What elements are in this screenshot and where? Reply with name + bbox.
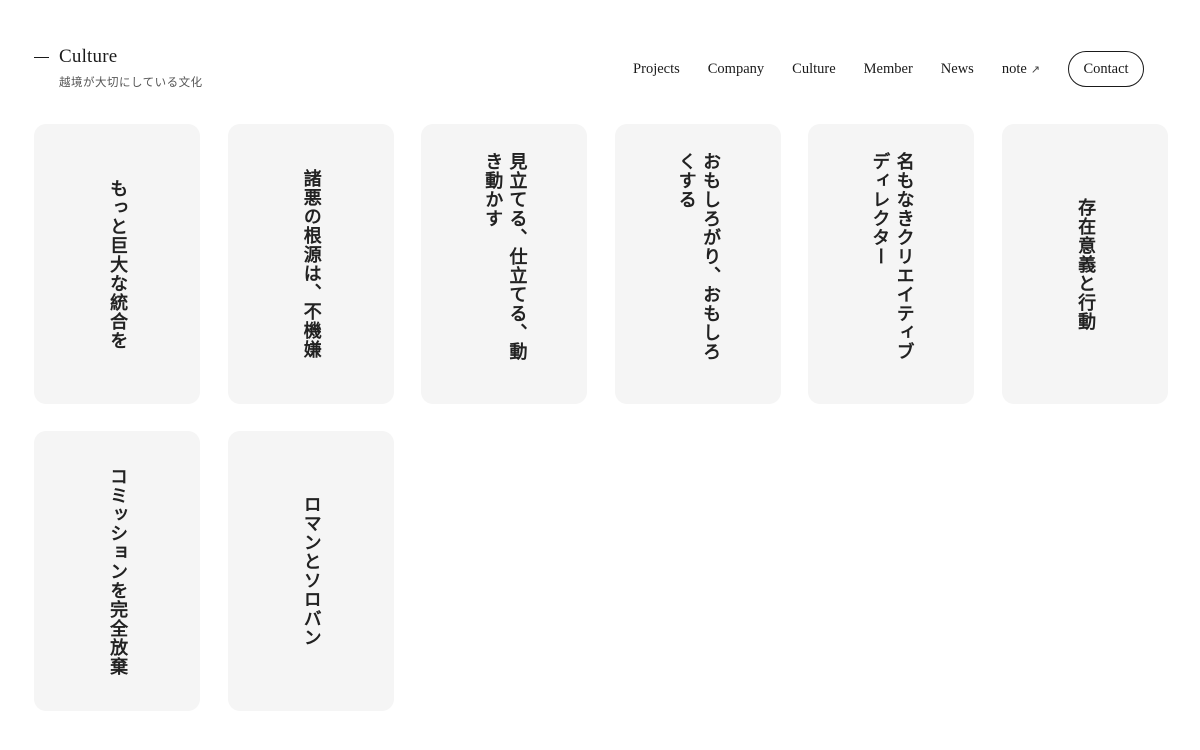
culture-card[interactable]: 見立てる、仕立てる、動き動かす	[421, 124, 588, 404]
contact-button[interactable]: Contact	[1068, 51, 1144, 87]
culture-card[interactable]: もっと巨大な統合を	[34, 124, 200, 404]
page-title: Culture	[59, 46, 118, 67]
nav-item-note[interactable]: note ↗	[1002, 61, 1040, 78]
nav-item-news[interactable]: News	[941, 61, 974, 78]
culture-card-text: 諸悪の根源は、不機嫌	[300, 169, 322, 359]
nav-item-company[interactable]: Company	[708, 61, 764, 78]
culture-card[interactable]: コミッションを完全放棄	[34, 431, 200, 711]
culture-card-text: 存在意義と行動	[1075, 197, 1097, 331]
culture-card[interactable]: ロマンとソロバン	[227, 431, 394, 711]
main-nav: Projects Company Culture Member News not…	[633, 51, 1144, 87]
culture-card[interactable]: 存在意義と行動	[1001, 124, 1168, 404]
culture-card-text: 名もなきクリエイティブディレクター	[869, 152, 915, 361]
culture-card-text: おもしろがり、おもしろくする	[675, 152, 722, 361]
nav-item-member[interactable]: Member	[864, 61, 913, 78]
culture-card-grid: もっと巨大な統合を 諸悪の根源は、不機嫌 見立てる、仕立てる、動き動かす おもし…	[34, 124, 1168, 711]
culture-card-text: コミッションを完全放棄	[107, 466, 129, 676]
title-dash-decoration	[34, 56, 49, 58]
culture-card[interactable]: 諸悪の根源は、不機嫌	[227, 124, 394, 404]
external-link-icon: ↗	[1030, 62, 1040, 76]
culture-card-text: 見立てる、仕立てる、動き動かす	[482, 152, 528, 361]
nav-item-culture[interactable]: Culture	[792, 61, 836, 78]
culture-card[interactable]: 名もなきクリエイティブディレクター	[808, 124, 975, 404]
nav-item-projects[interactable]: Projects	[633, 61, 680, 78]
culture-card[interactable]: おもしろがり、おもしろくする	[614, 124, 781, 404]
culture-card-text: もっと巨大な統合を	[107, 178, 129, 350]
page-header-brand: Culture 越境が大切にしている文化	[34, 46, 203, 90]
page-subtitle: 越境が大切にしている文化	[59, 75, 203, 89]
culture-card-text: ロマンとソロバン	[300, 495, 322, 647]
nav-item-note-label: note	[1001, 60, 1027, 77]
brand-title-row: Culture	[34, 46, 203, 68]
